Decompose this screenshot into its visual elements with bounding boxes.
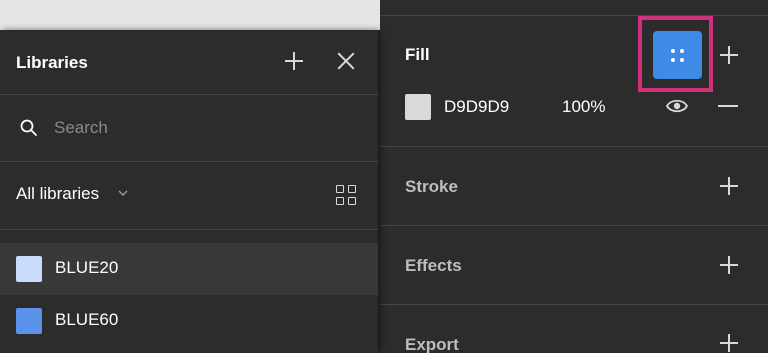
libraries-title: Libraries (16, 53, 88, 72)
divider (380, 304, 768, 305)
divider (380, 225, 768, 226)
add-library-button[interactable] (284, 51, 304, 71)
library-filter-dropdown[interactable]: All libraries (16, 184, 99, 204)
add-fill-button[interactable] (719, 45, 739, 65)
list-item-label: BLUE60 (55, 310, 119, 329)
color-swatch (16, 308, 42, 334)
add-stroke-button[interactable] (719, 176, 739, 196)
canvas-area[interactable] (0, 0, 380, 30)
properties-panel: Fill D9D9D9 100% Stroke Effects Export (380, 0, 768, 353)
highlight-box (638, 16, 713, 92)
list-item[interactable]: BLUE60 (0, 295, 378, 347)
stroke-section-title: Stroke (405, 177, 458, 196)
remove-fill-button[interactable] (718, 105, 738, 107)
close-icon[interactable] (335, 50, 357, 72)
divider (0, 94, 378, 95)
export-section-title: Export (405, 335, 459, 353)
search-icon (20, 119, 37, 136)
divider (0, 229, 378, 230)
add-export-button[interactable] (719, 333, 739, 353)
divider (380, 146, 768, 147)
fill-section-title: Fill (405, 45, 430, 64)
fill-opacity-value[interactable]: 100% (562, 97, 605, 117)
add-effect-button[interactable] (719, 255, 739, 275)
fill-hex-value[interactable]: D9D9D9 (444, 97, 509, 117)
search-input[interactable] (54, 115, 334, 141)
eye-icon[interactable] (665, 96, 689, 116)
chevron-down-icon[interactable] (118, 189, 128, 197)
list-item-label: BLUE20 (55, 258, 119, 277)
list-item[interactable]: BLUE20 (0, 243, 378, 295)
divider (0, 161, 378, 162)
color-swatch (16, 256, 42, 282)
grid-view-icon[interactable] (336, 185, 358, 207)
effects-section-title: Effects (405, 256, 462, 275)
libraries-panel: Libraries All libraries BLUE20 BLUE60 (0, 30, 378, 353)
fill-color-swatch[interactable] (405, 94, 431, 120)
